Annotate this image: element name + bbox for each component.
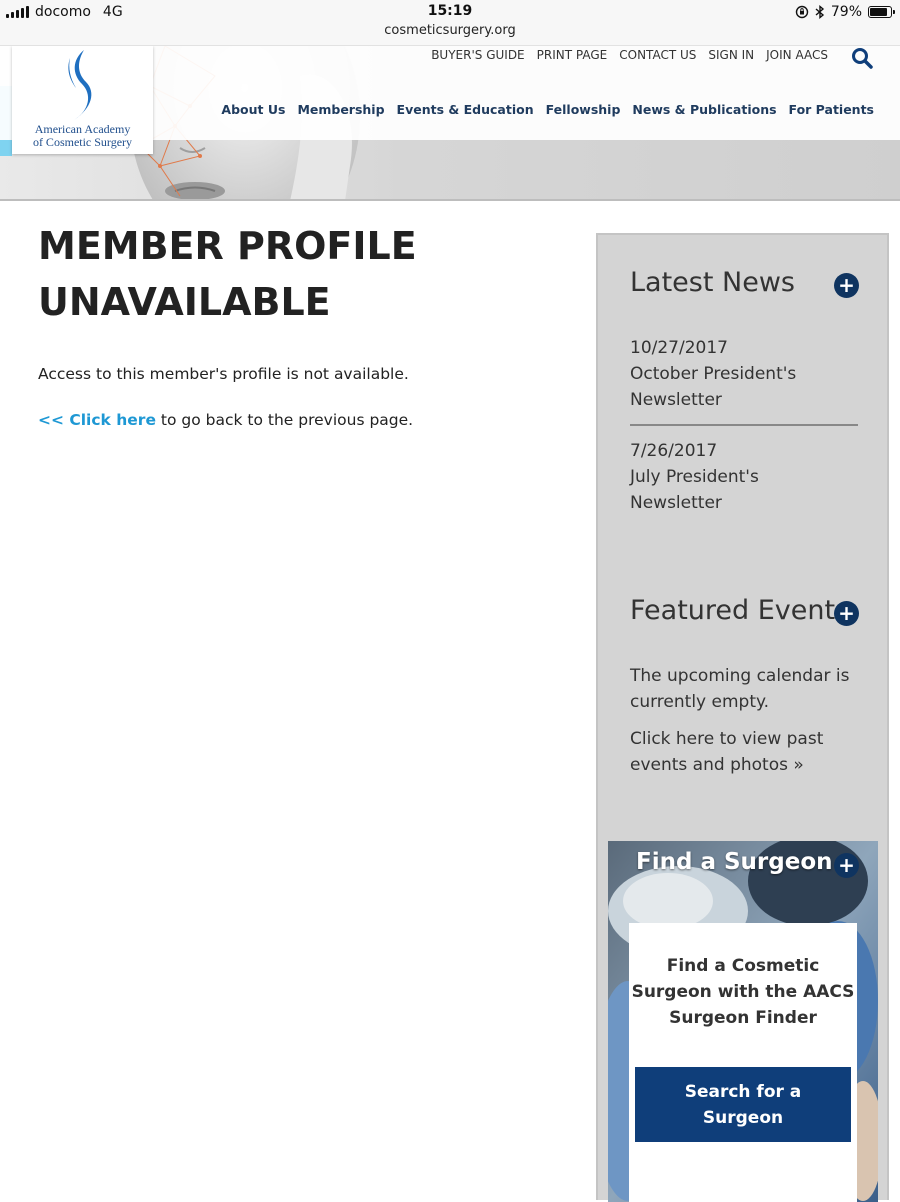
find-surgeon-expand-icon[interactable]: + — [834, 853, 859, 878]
status-bar: docomo 4G 15:19 cosmeticsurgery.org 79% — [0, 0, 900, 46]
news-item[interactable]: 10/27/2017 October President's Newslette… — [630, 335, 860, 413]
news-title-line-2: Newsletter — [630, 493, 722, 513]
news-date: 7/26/2017 — [630, 441, 718, 461]
utility-link-contact-us[interactable]: CONTACT US — [619, 48, 696, 62]
utility-link-sign-in[interactable]: SIGN IN — [708, 48, 754, 62]
news-date: 10/27/2017 — [630, 338, 728, 358]
logo-line-2: of Cosmetic Surgery — [32, 135, 133, 149]
find-surgeon-heading: Find a Surgeon — [636, 849, 833, 875]
featured-events-heading: Featured Event — [630, 595, 836, 626]
utility-link-buyers-guide[interactable]: BUYER'S GUIDE — [431, 48, 524, 62]
back-paragraph: << Click here to go back to the previous… — [38, 411, 413, 429]
address-bar-url[interactable]: cosmeticsurgery.org — [0, 23, 900, 38]
events-empty-text: The upcoming calendar is currently empty… — [630, 663, 860, 715]
battery-icon — [868, 6, 895, 18]
nav-for-patients[interactable]: For Patients — [789, 102, 874, 117]
latest-news-heading: Latest News — [630, 267, 795, 298]
find-surgeon-panel: Find a Surgeon + Find a Cosmetic Surgeon… — [608, 841, 878, 1202]
surgeon-finder-line-3: Surgeon Finder — [669, 1008, 817, 1028]
search-surgeon-button-line-1: Search for a — [684, 1082, 802, 1102]
battery-percent: 79% — [830, 4, 862, 20]
events-empty-line-1: The upcoming calendar is — [630, 666, 850, 686]
status-right: 79% — [795, 4, 895, 20]
bluetooth-icon — [815, 5, 824, 19]
past-events-line-2: events and photos » — [630, 755, 804, 775]
nav-news-publications[interactable]: News & Publications — [632, 102, 776, 117]
back-link[interactable]: << Click here — [38, 411, 156, 429]
main-nav: About Us Membership Events & Education F… — [221, 102, 874, 117]
latest-news-expand-icon[interactable]: + — [834, 273, 859, 298]
search-icon[interactable] — [850, 46, 874, 70]
sidebar: Latest News + 10/27/2017 October Preside… — [596, 233, 889, 1202]
nav-about-us[interactable]: About Us — [221, 102, 285, 117]
featured-events-expand-icon[interactable]: + — [834, 601, 859, 626]
search-surgeon-button-line-2: Surgeon — [702, 1108, 784, 1128]
surgeon-finder-text: Find a Cosmetic Surgeon with the AACS Su… — [629, 953, 857, 1031]
past-events-line-1: Click here to view past — [630, 729, 824, 749]
news-divider — [630, 424, 858, 426]
nav-fellowship[interactable]: Fellowship — [546, 102, 621, 117]
news-title-line-1: October President's — [630, 364, 797, 384]
unavailable-message: Access to this member's profile is not a… — [38, 365, 409, 383]
surgeon-finder-line-1: Find a Cosmetic — [666, 956, 820, 976]
clock: 15:19 — [427, 3, 473, 19]
surgeon-finder-card: Find a Cosmetic Surgeon with the AACS Su… — [629, 923, 857, 1202]
site-logo[interactable]: American Academy of Cosmetic Surgery — [12, 46, 153, 154]
surgeon-finder-line-2: Surgeon with the AACS — [631, 982, 855, 1002]
page-title-line-1: MEMBER PROFILE — [38, 224, 417, 268]
news-title-line-2: Newsletter — [630, 390, 722, 410]
orientation-lock-icon — [795, 5, 809, 19]
page-title-line-2: UNAVAILABLE — [38, 280, 331, 324]
utility-link-print-page[interactable]: PRINT PAGE — [537, 48, 608, 62]
back-text: to go back to the previous page. — [155, 411, 414, 429]
utility-link-join-aacs[interactable]: JOIN AACS — [766, 48, 828, 62]
news-title-line-1: July President's — [630, 467, 759, 487]
events-empty-line-2: currently empty. — [630, 692, 770, 712]
utility-nav: BUYER'S GUIDE PRINT PAGE CONTACT US SIGN… — [431, 48, 828, 62]
site-header: American Academy of Cosmetic Surgery BUY… — [0, 46, 900, 201]
news-item[interactable]: 7/26/2017 July President's Newsletter — [630, 438, 860, 516]
logo-emblem-icon — [68, 50, 92, 120]
logo-text: American Academy of Cosmetic Surgery — [12, 123, 153, 149]
past-events-link[interactable]: Click here to view past events and photo… — [630, 726, 860, 778]
nav-events-education[interactable]: Events & Education — [397, 102, 534, 117]
page-title: MEMBER PROFILE UNAVAILABLE — [38, 218, 558, 330]
search-surgeon-button[interactable]: Search for a Surgeon — [635, 1067, 851, 1142]
nav-membership[interactable]: Membership — [297, 102, 384, 117]
